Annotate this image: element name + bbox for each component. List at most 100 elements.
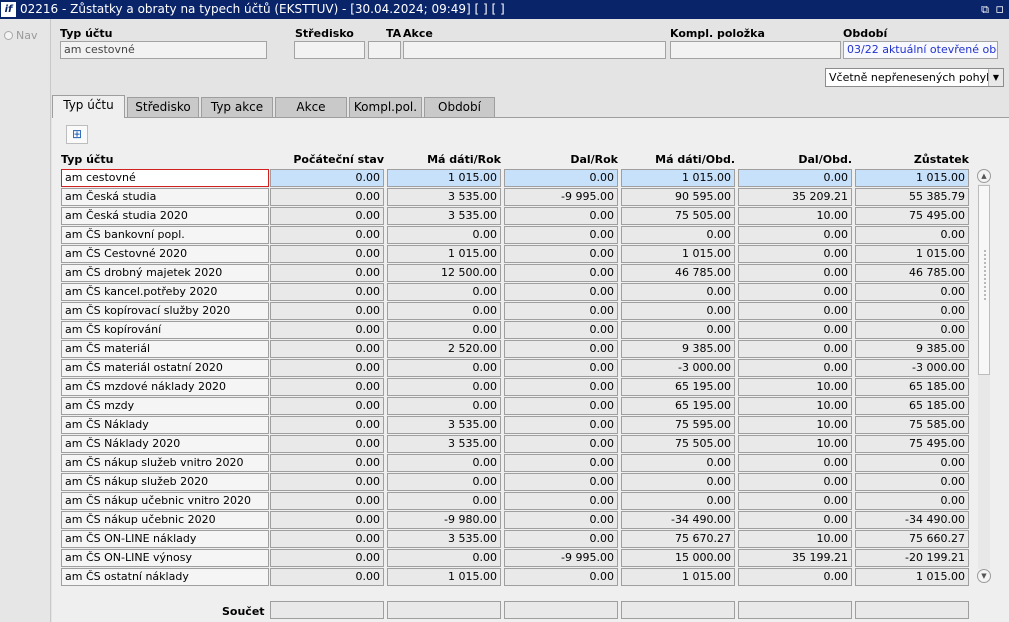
tab-obdobi[interactable]: Období: [424, 97, 495, 117]
cell-dal-obd[interactable]: 0.00: [738, 568, 852, 586]
stredisko-field[interactable]: [294, 41, 365, 59]
cell-pocatecni-stav[interactable]: 0.00: [270, 169, 384, 187]
cell-pocatecni-stav[interactable]: 0.00: [270, 511, 384, 529]
cell-typ-uctu[interactable]: am Česká studia: [61, 188, 269, 206]
cell-typ-uctu[interactable]: am ČS Cestovné 2020: [61, 245, 269, 263]
cell-pocatecni-stav[interactable]: 0.00: [270, 340, 384, 358]
cell-dal-obd[interactable]: 35 209.21: [738, 188, 852, 206]
cell-dal-obd[interactable]: 0.00: [738, 473, 852, 491]
cell-dal-rok[interactable]: -9 995.00: [504, 549, 618, 567]
cell-ma-dati-rok[interactable]: 3 535.00: [387, 416, 501, 434]
table-row[interactable]: am ČS bankovní popl. 0.00 0.00 0.00 0.00 0.00…: [61, 226, 969, 244]
cell-zustatek[interactable]: 0.00: [855, 454, 969, 472]
cell-zustatek[interactable]: 75 495.00: [855, 435, 969, 453]
cell-dal-obd[interactable]: 10.00: [738, 435, 852, 453]
resize-grip-icon[interactable]: [984, 250, 986, 300]
cell-zustatek[interactable]: 0.00: [855, 492, 969, 510]
cell-ma-dati-obd[interactable]: 1 015.00: [621, 568, 735, 586]
kompl-polozka-field[interactable]: [670, 41, 841, 59]
cell-ma-dati-obd[interactable]: 1 015.00: [621, 169, 735, 187]
cell-typ-uctu[interactable]: am ČS Náklady 2020: [61, 435, 269, 453]
cell-pocatecni-stav[interactable]: 0.00: [270, 530, 384, 548]
cell-ma-dati-rok[interactable]: 0.00: [387, 378, 501, 396]
cell-zustatek[interactable]: 0.00: [855, 473, 969, 491]
cell-ma-dati-rok[interactable]: -9 980.00: [387, 511, 501, 529]
cell-dal-rok[interactable]: 0.00: [504, 473, 618, 491]
cell-zustatek[interactable]: 65 185.00: [855, 397, 969, 415]
cell-ma-dati-obd[interactable]: 65 195.00: [621, 397, 735, 415]
cell-typ-uctu[interactable]: am ČS ON-LINE výnosy: [61, 549, 269, 567]
typ-uctu-field[interactable]: am cestovné: [60, 41, 267, 59]
cell-dal-obd[interactable]: 0.00: [738, 492, 852, 510]
cell-ma-dati-rok[interactable]: 1 015.00: [387, 245, 501, 263]
cell-dal-obd[interactable]: 0.00: [738, 340, 852, 358]
scroll-up-icon[interactable]: ▲: [977, 169, 991, 183]
table-row[interactable]: am ČS kopírovací služby 2020 0.00 0.00 0.00…: [61, 302, 969, 320]
cell-ma-dati-rok[interactable]: 0.00: [387, 359, 501, 377]
cell-ma-dati-obd[interactable]: 46 785.00: [621, 264, 735, 282]
cell-pocatecni-stav[interactable]: 0.00: [270, 549, 384, 567]
cell-ma-dati-rok[interactable]: 0.00: [387, 321, 501, 339]
cell-zustatek[interactable]: 1 015.00: [855, 568, 969, 586]
excel-export-icon[interactable]: ⊞: [66, 125, 88, 144]
cell-zustatek[interactable]: 65 185.00: [855, 378, 969, 396]
cell-ma-dati-obd[interactable]: 0.00: [621, 226, 735, 244]
cell-zustatek[interactable]: -34 490.00: [855, 511, 969, 529]
cell-pocatecni-stav[interactable]: 0.00: [270, 492, 384, 510]
cell-dal-rok[interactable]: 0.00: [504, 378, 618, 396]
table-row[interactable]: am ČS Cestovné 2020 0.00 1 015.00 0.00 1 015…: [61, 245, 969, 263]
cell-ma-dati-obd[interactable]: 75 595.00: [621, 416, 735, 434]
cell-typ-uctu[interactable]: am ČS nákup služeb vnitro 2020: [61, 454, 269, 472]
cell-zustatek[interactable]: 55 385.79: [855, 188, 969, 206]
cell-ma-dati-obd[interactable]: 15 000.00: [621, 549, 735, 567]
cell-typ-uctu[interactable]: am ČS kopírovací služby 2020: [61, 302, 269, 320]
cell-ma-dati-obd[interactable]: 0.00: [621, 321, 735, 339]
cell-ma-dati-obd[interactable]: 75 505.00: [621, 207, 735, 225]
table-row[interactable]: am ČS ON-LINE náklady 0.00 3 535.00 0.00 75 …: [61, 530, 969, 548]
cell-ma-dati-rok[interactable]: 0.00: [387, 473, 501, 491]
cell-zustatek[interactable]: 1 015.00: [855, 245, 969, 263]
table-row[interactable]: am cestovné 0.00 1 015.00 0.00 1 015.00 0.00 1…: [61, 169, 969, 187]
cell-typ-uctu[interactable]: am ČS ON-LINE náklady: [61, 530, 269, 548]
cell-dal-obd[interactable]: 0.00: [738, 454, 852, 472]
table-row[interactable]: am Česká studia 2020 0.00 3 535.00 0.00 75 5…: [61, 207, 969, 225]
cell-ma-dati-obd[interactable]: 0.00: [621, 454, 735, 472]
table-row[interactable]: am ČS mzdové náklady 2020 0.00 0.00 0.00 65 …: [61, 378, 969, 396]
cell-dal-obd[interactable]: 10.00: [738, 378, 852, 396]
cell-typ-uctu[interactable]: am ČS materiál: [61, 340, 269, 358]
table-row[interactable]: am ČS Náklady 0.00 3 535.00 0.00 75 595.00 10…: [61, 416, 969, 434]
cell-zustatek[interactable]: 0.00: [855, 226, 969, 244]
akce-field[interactable]: [403, 41, 666, 59]
cell-typ-uctu[interactable]: am ČS kancel.potřeby 2020: [61, 283, 269, 301]
cell-ma-dati-obd[interactable]: 1 015.00: [621, 245, 735, 263]
cell-ma-dati-rok[interactable]: 2 520.00: [387, 340, 501, 358]
cell-ma-dati-rok[interactable]: 12 500.00: [387, 264, 501, 282]
table-row[interactable]: am ČS nákup učebnic 2020 0.00 -9 980.00 0.0…: [61, 511, 969, 529]
cell-ma-dati-obd[interactable]: 75 670.27: [621, 530, 735, 548]
table-row[interactable]: am Česká studia 0.00 3 535.00 -9 995.00 90 5…: [61, 188, 969, 206]
tab-stredisko[interactable]: Středisko: [127, 97, 199, 117]
cell-pocatecni-stav[interactable]: 0.00: [270, 454, 384, 472]
cell-pocatecni-stav[interactable]: 0.00: [270, 416, 384, 434]
cell-dal-obd[interactable]: 10.00: [738, 397, 852, 415]
cell-typ-uctu[interactable]: am cestovné: [61, 169, 269, 187]
movement-select[interactable]: Včetně nepřenesených pohybů ▼: [825, 68, 1004, 87]
cell-ma-dati-rok[interactable]: 0.00: [387, 302, 501, 320]
cell-ma-dati-rok[interactable]: 0.00: [387, 226, 501, 244]
cell-pocatecni-stav[interactable]: 0.00: [270, 207, 384, 225]
table-row[interactable]: am ČS materiál 0.00 2 520.00 0.00 9 385.00 0.…: [61, 340, 969, 358]
cell-dal-obd[interactable]: 10.00: [738, 207, 852, 225]
cell-pocatecni-stav[interactable]: 0.00: [270, 378, 384, 396]
cell-dal-obd[interactable]: 0.00: [738, 511, 852, 529]
cell-dal-obd[interactable]: 0.00: [738, 169, 852, 187]
cell-pocatecni-stav[interactable]: 0.00: [270, 302, 384, 320]
cell-dal-rok[interactable]: 0.00: [504, 321, 618, 339]
scroll-down-icon[interactable]: ▼: [977, 569, 991, 583]
cell-ma-dati-rok[interactable]: 3 535.00: [387, 188, 501, 206]
table-row[interactable]: am ČS kancel.potřeby 2020 0.00 0.00 0.00 0.0…: [61, 283, 969, 301]
cell-zustatek[interactable]: 75 660.27: [855, 530, 969, 548]
cell-typ-uctu[interactable]: am ČS kopírování: [61, 321, 269, 339]
table-row[interactable]: am ČS nákup služeb vnitro 2020 0.00 0.00 0.…: [61, 454, 969, 472]
cell-dal-rok[interactable]: 0.00: [504, 454, 618, 472]
cell-zustatek[interactable]: 9 385.00: [855, 340, 969, 358]
